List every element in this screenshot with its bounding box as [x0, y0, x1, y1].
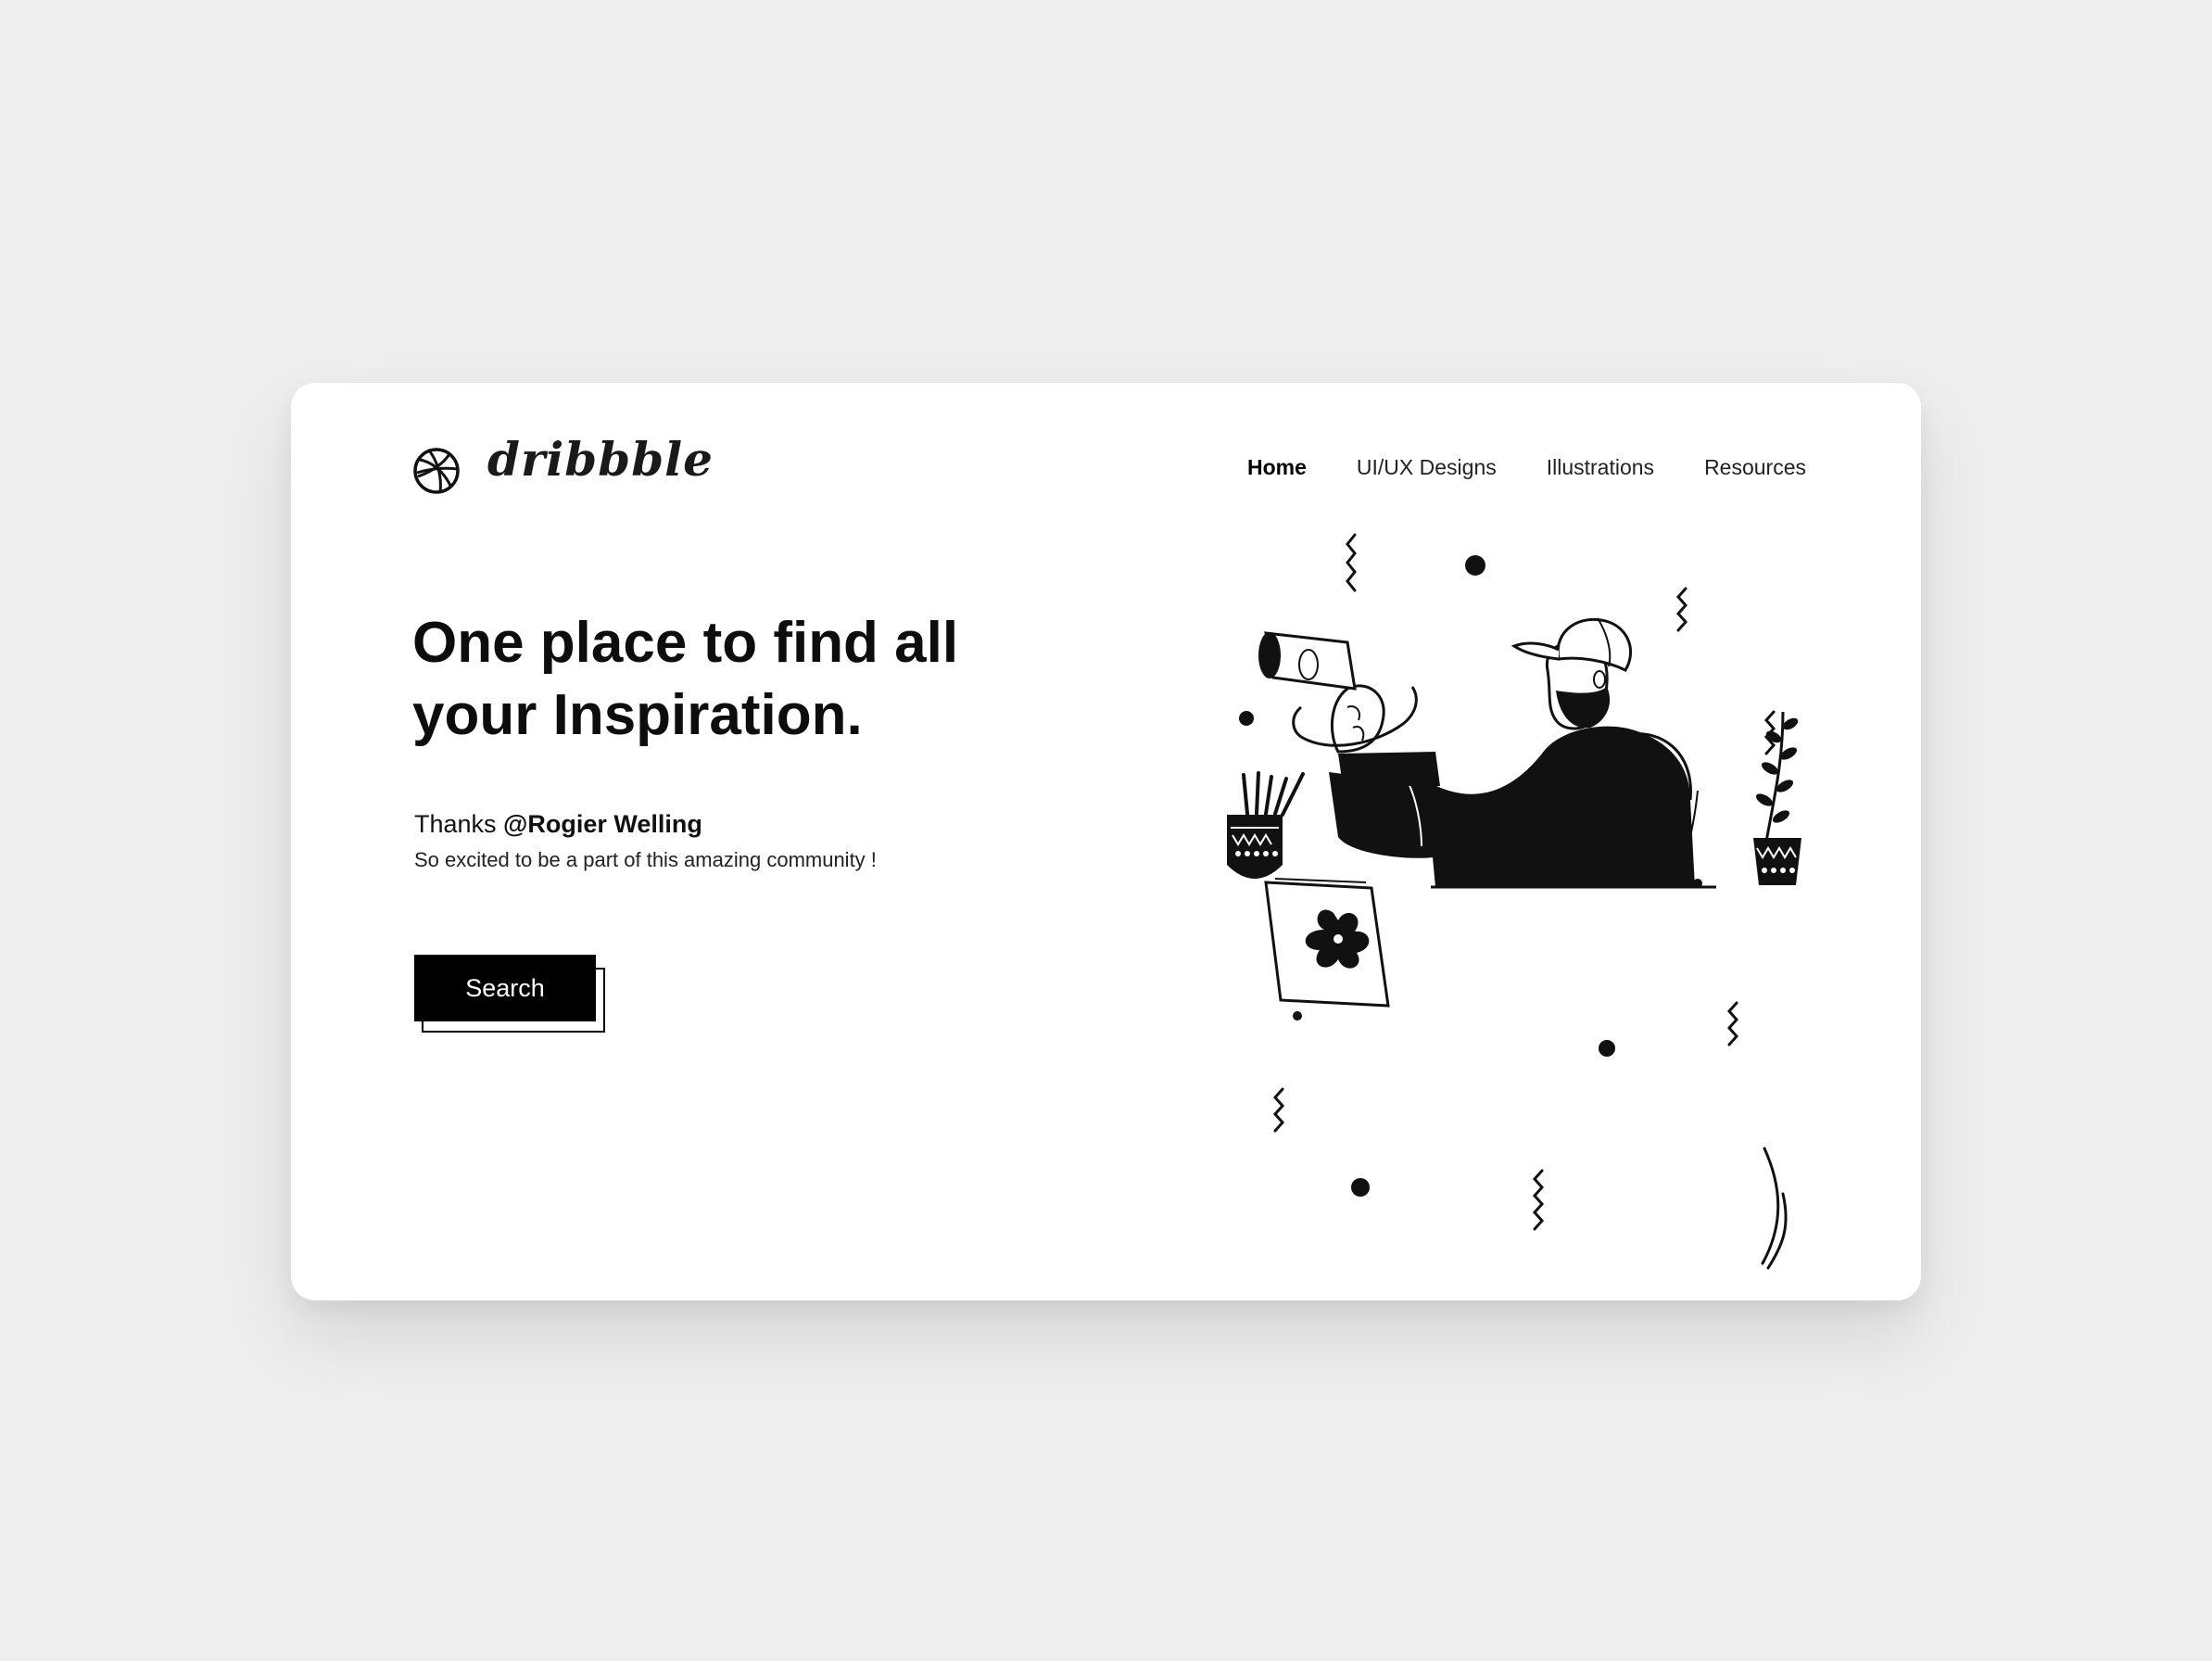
- thanks-line: Thanks @Rogier Welling: [414, 810, 702, 839]
- hero-subtext: So excited to be a part of this amazing …: [414, 848, 877, 871]
- nav-illustrations[interactable]: Illustrations: [1547, 455, 1654, 480]
- man-with-binoculars-illustration: [1227, 533, 1801, 1270]
- landing-card: dribbble Home UI/UX Designs Illustration…: [291, 383, 1921, 1300]
- dribbble-ball-icon[interactable]: [412, 447, 461, 495]
- headline-emphasis: Inspiration.: [552, 683, 863, 747]
- search-button[interactable]: Search: [414, 955, 596, 1021]
- thanks-prefix: Thanks: [414, 810, 504, 838]
- search-button-wrap: Search: [414, 955, 605, 1033]
- hero-headline: One place to find all your Inspiration.: [412, 607, 1061, 752]
- nav-home[interactable]: Home: [1247, 455, 1307, 480]
- nav-uiux-designs[interactable]: UI/UX Designs: [1357, 455, 1497, 480]
- headline-line-2-prefix: your: [412, 683, 553, 747]
- main-nav: Home UI/UX Designs Illustrations Resourc…: [1247, 455, 1806, 480]
- brand-wordmark[interactable]: dribbble: [487, 437, 714, 483]
- author-handle[interactable]: @Rogier Welling: [503, 810, 702, 838]
- headline-line-1: One place to find all: [412, 611, 959, 675]
- nav-resources[interactable]: Resources: [1704, 455, 1806, 480]
